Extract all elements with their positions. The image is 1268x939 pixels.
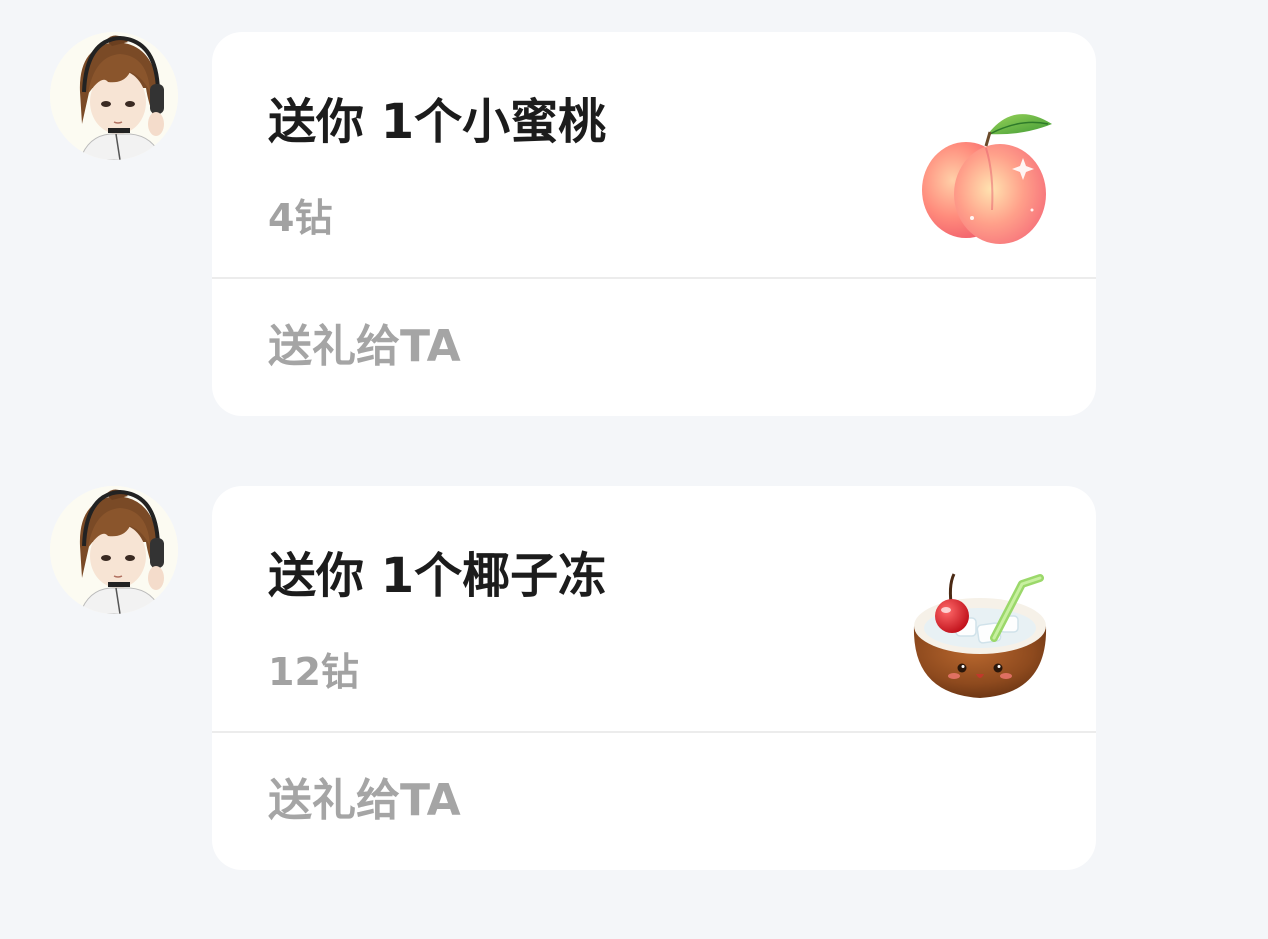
coconut-jelly-icon xyxy=(902,544,1062,704)
gift-price: 12钻 xyxy=(268,650,359,694)
gift-card: 送你 1个椰子冻 12钻 送礼给TA xyxy=(212,486,1096,870)
gift-title: 送你 1个椰子冻 xyxy=(268,548,607,604)
avatar-image xyxy=(50,32,178,160)
gift-price: 4钻 xyxy=(268,196,333,240)
peach-icon xyxy=(902,90,1062,250)
send-gift-label: 送礼给TA xyxy=(268,321,461,372)
avatar[interactable] xyxy=(50,32,178,160)
send-gift-button[interactable]: 送礼给TA xyxy=(212,733,1096,870)
gift-title: 送你 1个小蜜桃 xyxy=(268,94,607,150)
gift-card: 送你 1个小蜜桃 4钻 送礼给TA xyxy=(212,32,1096,416)
gift-info: 送你 1个小蜜桃 4钻 xyxy=(212,32,1096,277)
avatar[interactable] xyxy=(50,486,178,614)
gift-info: 送你 1个椰子冻 12钻 xyxy=(212,486,1096,731)
avatar-image xyxy=(50,486,178,614)
send-gift-button[interactable]: 送礼给TA xyxy=(212,279,1096,416)
send-gift-label: 送礼给TA xyxy=(268,775,461,826)
